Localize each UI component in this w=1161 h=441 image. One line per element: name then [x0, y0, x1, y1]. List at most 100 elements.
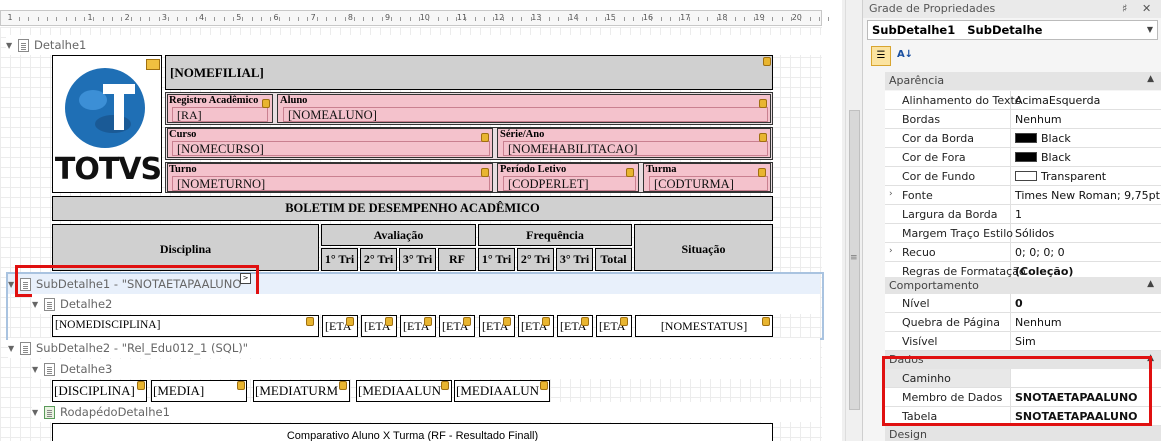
- turma-box[interactable]: Turma [CODTURMA]: [643, 163, 771, 192]
- frequencia-header[interactable]: Frequência: [478, 224, 632, 246]
- categorized-icon[interactable]: ☰: [871, 46, 891, 66]
- prop-name-text: Recuo: [902, 246, 936, 259]
- ruler-hash: [809, 17, 811, 21]
- band-rodape[interactable]: ▼ RodapédoDetalhe1: [32, 402, 820, 422]
- prop-row[interactable]: Bordas Nenhum: [885, 110, 1161, 129]
- aval-col[interactable]: 2° Tri: [360, 248, 397, 271]
- media-field[interactable]: [MEDIA]: [151, 380, 247, 402]
- prop-value[interactable]: Black: [1011, 129, 1161, 147]
- close-icon[interactable]: ✕: [1142, 2, 1151, 15]
- prop-row[interactable]: Margem Traço Estilo Sólidos: [885, 224, 1161, 243]
- ruler-tick: 16: [642, 13, 654, 22]
- vertical-scrollbar[interactable]: ≡: [845, 0, 862, 441]
- prop-value[interactable]: Nenhum: [1011, 110, 1161, 128]
- collapse-icon[interactable]: ▼: [32, 365, 44, 374]
- collapse-icon[interactable]: ▼: [32, 300, 44, 309]
- nomestatus-field[interactable]: [NOMESTATUS]: [635, 315, 773, 337]
- chevron-up-icon: ▲: [1147, 74, 1154, 84]
- freq-col[interactable]: 3° Tri: [556, 248, 593, 271]
- category-comportamento[interactable]: Comportamento ▲: [885, 277, 1161, 295]
- registro-box[interactable]: Registro Acadêmico [RA]: [167, 94, 273, 123]
- horizontal-ruler: 1 1 2 3 4 5 6 7 8 9 10 11 12 13 14 15 16 17 18 19 20: [0, 10, 830, 26]
- band-icon: [44, 297, 55, 311]
- mediaturma-field[interactable]: [MEDIATURM: [253, 380, 350, 402]
- category-design[interactable]: Design: [885, 426, 1161, 441]
- band-subdetalhe2[interactable]: ▼ SubDetalhe2 - "Rel_Edu012_1 (SQL)": [8, 338, 820, 358]
- category-aparencia[interactable]: Aparência ▲: [885, 72, 1161, 90]
- expand-icon[interactable]: ›: [889, 189, 893, 199]
- ruler-tick: 1: [7, 13, 13, 22]
- color-swatch: [1015, 171, 1037, 181]
- ruler-hash: [725, 17, 727, 21]
- aval-col[interactable]: RF: [438, 248, 476, 271]
- serie-box[interactable]: Série/Ano [NOMEHABILITACAO]: [497, 128, 771, 158]
- prop-value[interactable]: Sim: [1011, 332, 1161, 350]
- freq-col[interactable]: Total: [595, 248, 632, 271]
- ruler-tick: 6: [273, 13, 279, 22]
- prop-value[interactable]: AcimaEsquerda: [1011, 91, 1161, 109]
- collapse-icon[interactable]: ▼: [8, 344, 20, 353]
- prop-value[interactable]: Nenhum: [1011, 313, 1161, 331]
- mediaaluno-field[interactable]: [MEDIAALUN: [356, 380, 452, 402]
- pin-icon[interactable]: ♯: [1122, 2, 1127, 15]
- prop-row[interactable]: Largura da Borda 1: [885, 205, 1161, 224]
- ruler-hash: [84, 17, 86, 21]
- prop-row[interactable]: › Fonte Times New Roman; 9,75pt: [885, 186, 1161, 205]
- ruler-hash: [781, 17, 783, 21]
- aluno-box[interactable]: Aluno [NOMEALUNO]: [277, 94, 771, 123]
- ruler-hash: [381, 17, 383, 21]
- database-icon: [542, 317, 550, 326]
- prop-row[interactable]: Cor de Fundo Transparent: [885, 167, 1161, 186]
- freq-col[interactable]: 2° Tri: [517, 248, 554, 271]
- boletim-title[interactable]: BOLETIM DE DESEMPENHO ACADÊMICO: [52, 196, 773, 221]
- band-detalhe3[interactable]: ▼ Detalhe3: [32, 359, 820, 379]
- prop-value[interactable]: 0: [1011, 294, 1161, 312]
- collapse-icon[interactable]: ▼: [6, 41, 18, 50]
- logo-box[interactable]: TOTVS: [52, 55, 162, 193]
- database-icon: [503, 317, 511, 326]
- ruler-hash: [251, 17, 253, 21]
- report-designer-canvas[interactable]: 1 1 2 3 4 5 6 7 8 9 10 11 12 13 14 15 16 17 18 19 20 ▼ Detal…: [0, 0, 842, 441]
- ruler-hash: [56, 17, 58, 21]
- smart-tag-icon[interactable]: [146, 59, 160, 70]
- band-detalhe1[interactable]: ▼ Detalhe1: [6, 35, 822, 55]
- aval-col[interactable]: 3° Tri: [399, 248, 436, 271]
- prop-value[interactable]: Sólidos: [1011, 224, 1161, 242]
- prop-value[interactable]: 1: [1011, 205, 1161, 223]
- mediaaluno-field[interactable]: [MEDIAALUN: [454, 380, 550, 402]
- aval-col[interactable]: 1° Tri: [321, 248, 358, 271]
- periodo-box[interactable]: Período Letivo [CODPERLET]: [497, 163, 639, 192]
- ruler-hash: [474, 17, 476, 21]
- curso-box[interactable]: Curso [NOMECURSO]: [167, 128, 493, 158]
- collapse-icon[interactable]: ▼: [32, 408, 44, 417]
- object-selector[interactable]: SubDetalhe1 SubDetalhe ▼: [867, 20, 1158, 40]
- nomedisciplina-field[interactable]: [NOMEDISCIPLINA]: [52, 315, 319, 337]
- prop-row[interactable]: Cor de Fora Black: [885, 148, 1161, 167]
- prop-value-text: Black: [1041, 132, 1071, 145]
- prop-row[interactable]: Quebra de Página Nenhum: [885, 313, 1161, 332]
- band-detalhe2[interactable]: ▼ Detalhe2: [32, 294, 820, 314]
- prop-value[interactable]: Times New Roman; 9,75pt: [1011, 186, 1161, 204]
- comparativo-title[interactable]: Comparativo Aluno X Turma (RF - Resultad…: [52, 423, 773, 441]
- prop-row[interactable]: Alinhamento do Texto AcimaEsquerda: [885, 91, 1161, 110]
- prop-value[interactable]: 0; 0; 0; 0: [1011, 243, 1161, 261]
- prop-row[interactable]: Cor da Borda Black: [885, 129, 1161, 148]
- prop-row[interactable]: Nível 0: [885, 294, 1161, 313]
- expand-icon[interactable]: ›: [889, 246, 893, 256]
- alphabetical-icon[interactable]: A↓: [895, 46, 915, 66]
- disciplina-header[interactable]: Disciplina: [52, 224, 319, 271]
- disciplina-field[interactable]: [DISCIPLINA]: [52, 380, 147, 402]
- ruler-hash: [232, 17, 234, 21]
- situacao-header[interactable]: Situação: [634, 224, 773, 271]
- prop-row[interactable]: Visível Sim: [885, 332, 1161, 351]
- ruler-hash: [558, 17, 560, 21]
- nomefilial-field[interactable]: [NOMEFILIAL]: [165, 55, 773, 90]
- prop-row[interactable]: › Recuo 0; 0; 0; 0: [885, 243, 1161, 262]
- turno-box[interactable]: Turno [NOMETURNO]: [167, 163, 493, 192]
- database-icon: [581, 317, 589, 326]
- avaliacao-header[interactable]: Avaliação: [321, 224, 476, 246]
- prop-value[interactable]: Black: [1011, 148, 1161, 166]
- freq-col[interactable]: 1° Tri: [478, 248, 515, 271]
- prop-value[interactable]: Transparent: [1011, 167, 1161, 185]
- ruler-hash: [149, 17, 151, 21]
